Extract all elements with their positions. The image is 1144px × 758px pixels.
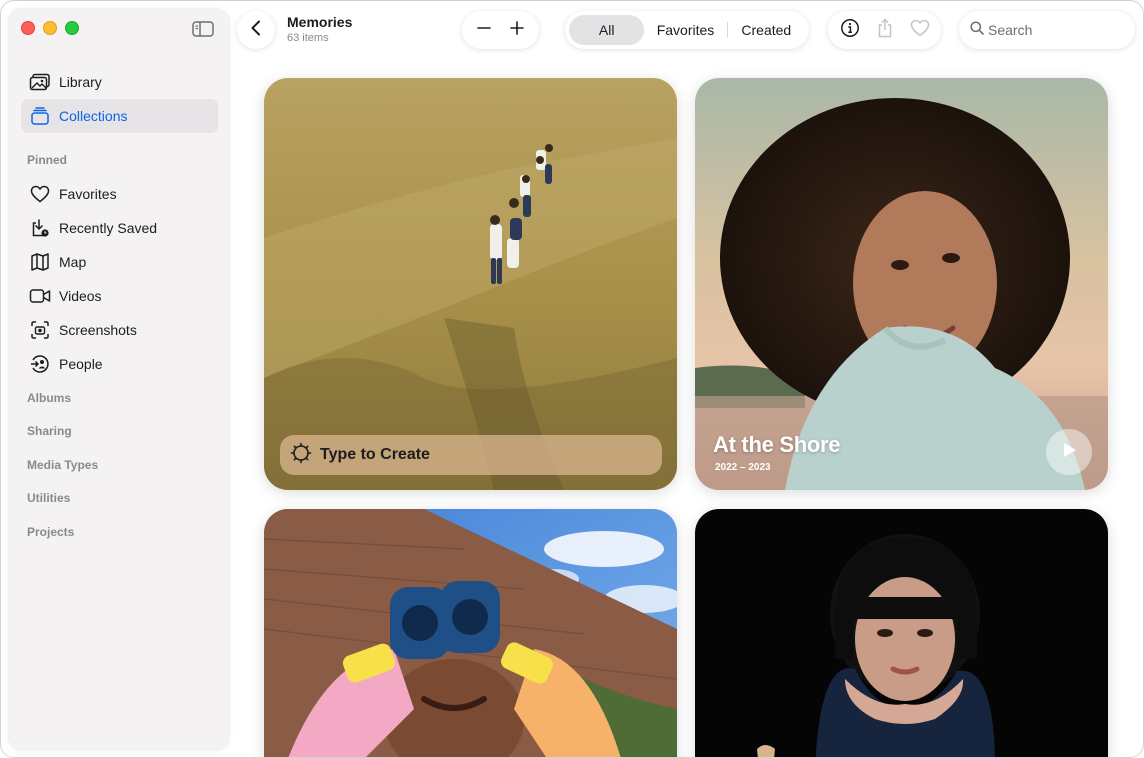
chevron-left-icon [250,20,262,41]
sidebar-item-label: Collections [59,108,127,124]
sidebar-item-label: People [59,356,103,372]
close-window-button[interactable] [21,21,35,35]
info-button[interactable] [836,16,864,44]
filter-created[interactable]: Created [728,15,805,45]
sidebar-item-label: Videos [59,288,102,304]
sidebar-item-people[interactable]: People [21,347,218,381]
sidebar-item-library[interactable]: Library [21,65,218,99]
section-albums[interactable]: Albums [21,381,218,415]
share-button[interactable] [871,16,899,44]
maximize-window-button[interactable] [65,21,79,35]
play-icon [1060,441,1078,464]
type-to-create-label: Type to Create [320,446,430,464]
sidebar-item-videos[interactable]: Videos [21,279,218,313]
section-sharing[interactable]: Sharing [21,415,218,449]
share-icon [876,18,894,43]
minimize-window-button[interactable] [43,21,57,35]
memory-card-binoculars[interactable] [264,509,677,758]
type-to-create-button[interactable]: Type to Create [280,435,662,475]
window-controls [21,21,79,35]
heart-icon [29,184,51,204]
recently-saved-icon [29,218,51,238]
sidebar-item-label: Map [59,254,86,270]
sidebar: Library Collections Pinned Favorites Re [9,9,229,749]
page-title: Memories [287,14,352,30]
item-count: 63 items [287,32,352,44]
section-utilities[interactable]: Utilities [21,482,218,516]
sidebar-item-label: Favorites [59,186,117,202]
section-projects[interactable]: Projects [21,515,218,549]
back-button[interactable] [237,11,275,49]
minus-icon [476,20,492,41]
favorite-button[interactable] [906,16,934,44]
sidebar-item-favorites[interactable]: Favorites [21,177,218,211]
sidebar-item-recently-saved[interactable]: Recently Saved [21,211,218,245]
zoom-out-button[interactable] [470,16,498,44]
sidebar-nav: Library Collections Pinned Favorites Re [21,65,218,549]
plus-icon [509,20,525,41]
shore-portrait-photo [695,78,1108,490]
filter-favorites[interactable]: Favorites [644,15,726,45]
action-buttons [828,11,941,49]
screenshot-icon [29,320,51,340]
field-photo [264,78,677,490]
section-pinned[interactable]: Pinned [21,133,218,177]
filter-all[interactable]: All [569,15,644,45]
photo-library-icon [29,72,51,92]
zoom-control [462,11,539,49]
sidebar-item-label: Recently Saved [59,220,157,236]
play-memory-button[interactable] [1046,429,1092,475]
sidebar-toggle-icon[interactable] [192,20,214,38]
memory-title: At the Shore [713,432,840,458]
memory-card-portrait[interactable] [695,509,1108,758]
memory-dates: 2022 – 2023 [715,462,771,473]
sidebar-item-screenshots[interactable]: Screenshots [21,313,218,347]
sparkle-icon [290,442,312,469]
video-icon [29,286,51,306]
memory-card-create[interactable]: Type to Create [264,78,677,490]
filter-segmented-control: All Favorites Created [565,11,809,49]
map-icon [29,252,51,272]
info-icon [840,18,860,43]
sidebar-item-map[interactable]: Map [21,245,218,279]
sidebar-item-label: Library [59,74,102,90]
photos-window: Library Collections Pinned Favorites Re [0,0,1144,758]
people-icon [29,354,51,374]
sidebar-item-label: Screenshots [59,322,137,338]
zoom-in-button[interactable] [503,16,531,44]
section-media-types[interactable]: Media Types [21,448,218,482]
search-placeholder: Search [988,22,1032,38]
search-field[interactable]: Search [959,11,1135,49]
portrait-photo [695,509,1108,758]
sidebar-item-collections[interactable]: Collections [21,99,218,133]
binoculars-photo [264,509,677,758]
memory-card-at-the-shore[interactable]: At the Shore 2022 – 2023 [695,78,1108,490]
collections-icon [29,106,51,126]
title-block: Memories 63 items [287,14,352,44]
heart-icon [910,19,930,42]
search-icon [970,21,984,40]
